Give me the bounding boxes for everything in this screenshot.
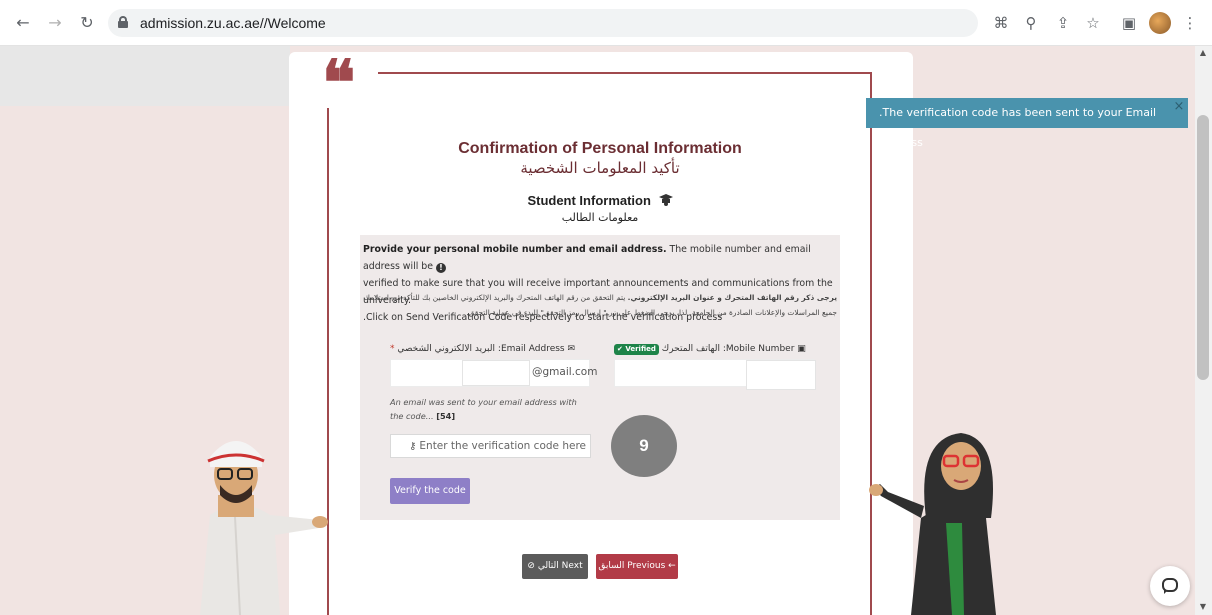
- reload-icon[interactable]: ↻: [76, 12, 98, 34]
- verified-badge: ✔ Verified: [614, 344, 659, 355]
- previous-button[interactable]: السابق Previous ←: [596, 554, 678, 579]
- frame-border-top: [378, 72, 872, 74]
- address-bar[interactable]: admission.zu.ac.ae//Welcome: [108, 9, 978, 37]
- kebab-menu-icon[interactable]: ⋮: [1179, 12, 1201, 34]
- section-title-arabic: معلومات الطالب: [561, 211, 639, 224]
- profile-avatar[interactable]: [1149, 12, 1171, 34]
- info-bold-ar: يرجى ذكر رقم الهاتف المتحرك و عنوان البر…: [627, 293, 837, 302]
- back-arrow-icon[interactable]: ←: [12, 12, 34, 34]
- arrow-left-icon: ←: [668, 561, 676, 571]
- zoom-icon[interactable]: ⚲: [1020, 12, 1042, 34]
- countdown: [54]: [436, 411, 456, 421]
- next-button[interactable]: ⊘ التالي Next: [522, 554, 588, 579]
- info-bold-en: Provide your personal mobile number and …: [363, 244, 667, 255]
- section-title: Student Information: [330, 193, 870, 208]
- chat-button[interactable]: [1150, 566, 1190, 606]
- verify-code-button[interactable]: Verify the code: [390, 478, 470, 504]
- lock-icon: [118, 16, 128, 28]
- notification-toast: .The verification code has been sent to …: [866, 98, 1188, 149]
- email-label-ar: البريد الالكتروني الشخصي: [397, 344, 496, 354]
- mobile-label-ar: الهاتف المتحرك: [661, 344, 720, 354]
- scroll-down-icon[interactable]: ▼: [1198, 602, 1208, 612]
- phone-icon: ▣: [797, 344, 806, 354]
- email-sent-note: An email was sent to your email address …: [390, 395, 590, 423]
- info-text-ar: يرجى ذكر رقم الهاتف المتحرك و عنوان البر…: [363, 290, 837, 320]
- translate-icon[interactable]: ⌘: [990, 12, 1012, 34]
- ban-icon: ⊘: [527, 561, 535, 571]
- mobile-redacted-part: [746, 360, 816, 390]
- male-character-illustration: [200, 441, 328, 615]
- forward-arrow-icon[interactable]: →: [44, 12, 66, 34]
- url-text: admission.zu.ac.ae//Welcome: [140, 15, 326, 31]
- chat-bubble-tail: [1164, 590, 1168, 594]
- page-title-arabic: تأكيد المعلومات الشخصية: [520, 159, 680, 177]
- quote-mark-icon: ❝: [322, 46, 356, 119]
- mobile-label: ✔ Verified الهاتف المتحرك :Mobile Number…: [614, 344, 814, 355]
- female-character-illustration: [869, 433, 996, 615]
- verification-code-placeholder: Enter the verification code here: [419, 440, 586, 452]
- email-domain: @gmail.com: [532, 366, 598, 378]
- email-label-en: Email Address: [500, 344, 565, 354]
- envelope-icon: ✉: [567, 344, 576, 354]
- mobile-label-en: Mobile Number: [725, 344, 795, 354]
- next-label-en: Next: [561, 561, 583, 571]
- toast-message: .The verification code has been sent to …: [879, 106, 1157, 149]
- toast-close-icon[interactable]: ×: [1172, 100, 1186, 114]
- page-top-strip: [0, 46, 290, 106]
- previous-label-en: Previous: [627, 561, 666, 571]
- next-label-ar: التالي: [537, 561, 559, 571]
- key-icon: ⚷: [409, 441, 417, 452]
- step-number-badge: 9: [611, 415, 677, 477]
- email-label: * البريد الالكتروني الشخصي :Email Addres…: [390, 344, 576, 354]
- bookmark-star-icon[interactable]: ☆: [1082, 12, 1104, 34]
- scroll-up-icon[interactable]: ▲: [1198, 48, 1208, 58]
- required-asterisk: *: [390, 344, 395, 354]
- share-icon[interactable]: ⇪: [1052, 12, 1074, 34]
- email-redacted-part: [462, 360, 530, 386]
- section-title-text: Student Information: [527, 193, 651, 208]
- side-panel-icon[interactable]: ▣: [1118, 12, 1140, 34]
- browser-toolbar: ← → ↻ admission.zu.ac.ae//Welcome ⌘ ⚲ ⇪ …: [0, 0, 1212, 46]
- exclamation-icon: !: [435, 263, 446, 273]
- email-sent-note-text: An email was sent to your email address …: [390, 397, 577, 421]
- verification-code-input[interactable]: ⚷ Enter the verification code here: [390, 434, 591, 458]
- verified-badge-text: Verified: [625, 345, 656, 353]
- scrollbar-thumb[interactable]: [1197, 115, 1209, 380]
- previous-label-ar: السابق: [598, 561, 625, 571]
- graduate-icon: [658, 194, 673, 206]
- page-title: Confirmation of Personal Information: [458, 140, 742, 157]
